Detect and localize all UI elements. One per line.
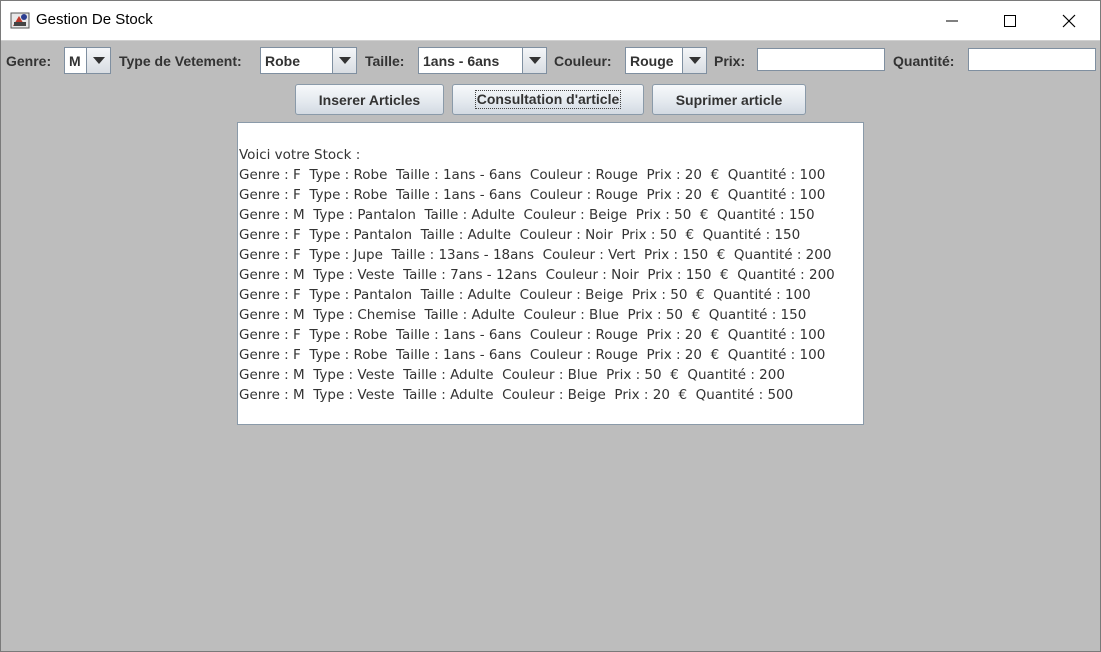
prix-input[interactable]	[757, 48, 885, 71]
consultation-article-button[interactable]: Consultation d'article	[452, 84, 644, 115]
stock-line: Genre : F Type : Pantalon Taille : Adult…	[239, 287, 811, 303]
stock-line: Genre : F Type : Robe Taille : 1ans - 6a…	[239, 327, 826, 343]
genre-select[interactable]: M	[64, 47, 111, 74]
consultation-article-label: Consultation d'article	[474, 90, 622, 109]
insert-articles-button[interactable]: Inserer Articles	[295, 84, 444, 115]
taille-selected-value: 1ans - 6ans	[423, 53, 500, 69]
genre-selected-value: M	[69, 53, 81, 69]
taille-dropdown-button[interactable]	[522, 48, 546, 73]
maximize-icon	[1004, 14, 1016, 27]
couleur-select[interactable]: Rouge	[625, 47, 707, 74]
couleur-selected-value: Rouge	[630, 53, 674, 69]
stock-line: Genre : F Type : Robe Taille : 1ans - 6a…	[239, 167, 826, 183]
stock-line: Genre : M Type : Veste Taille : Adulte C…	[239, 387, 794, 403]
type-dropdown-button[interactable]	[332, 48, 356, 73]
prix-label: Prix:	[714, 53, 746, 69]
chevron-down-icon	[688, 57, 701, 64]
chevron-down-icon	[528, 57, 541, 64]
app-window: Gestion De Stock Genre: M Type de Veteme…	[0, 0, 1101, 652]
chevron-down-icon	[92, 57, 105, 64]
type-select[interactable]: Robe	[260, 47, 357, 74]
couleur-dropdown-button[interactable]	[682, 48, 706, 73]
stock-line: Genre : F Type : Pantalon Taille : Adult…	[239, 227, 801, 243]
maximize-button[interactable]	[981, 1, 1039, 40]
supprimer-article-label: Suprimer article	[675, 91, 783, 108]
title-bar[interactable]: Gestion De Stock	[1, 1, 1100, 41]
chevron-down-icon	[338, 57, 351, 64]
stock-header: Voici votre Stock :	[239, 147, 361, 163]
minimize-icon	[946, 20, 958, 21]
close-icon	[1062, 14, 1076, 27]
type-label: Type de Vetement:	[119, 53, 242, 69]
taille-label: Taille:	[365, 53, 405, 69]
stock-line: Genre : M Type : Veste Taille : Adulte C…	[239, 367, 785, 383]
stock-line: Genre : M Type : Veste Taille : 7ans - 1…	[239, 267, 835, 283]
couleur-label: Couleur:	[554, 53, 612, 69]
quantite-label: Quantité:	[893, 53, 955, 69]
window-title: Gestion De Stock	[36, 11, 153, 28]
java-app-icon	[10, 12, 30, 29]
stock-line: Genre : F Type : Robe Taille : 1ans - 6a…	[239, 347, 826, 363]
stock-line: Genre : M Type : Pantalon Taille : Adult…	[239, 207, 815, 223]
supprimer-article-button[interactable]: Suprimer article	[652, 84, 806, 115]
insert-articles-label: Inserer Articles	[318, 91, 421, 108]
genre-dropdown-button[interactable]	[86, 48, 110, 73]
stock-line: Genre : M Type : Chemise Taille : Adulte…	[239, 307, 807, 323]
close-button[interactable]	[1040, 1, 1098, 40]
stock-line: Genre : F Type : Robe Taille : 1ans - 6a…	[239, 187, 826, 203]
stock-text-area[interactable]: Voici votre Stock : Genre : F Type : Rob…	[237, 122, 864, 425]
minimize-button[interactable]	[923, 1, 981, 40]
taille-select[interactable]: 1ans - 6ans	[418, 47, 547, 74]
genre-label: Genre:	[6, 53, 52, 69]
type-selected-value: Robe	[265, 53, 300, 69]
quantite-input[interactable]	[968, 48, 1096, 71]
stock-line: Genre : F Type : Jupe Taille : 13ans - 1…	[239, 247, 832, 263]
